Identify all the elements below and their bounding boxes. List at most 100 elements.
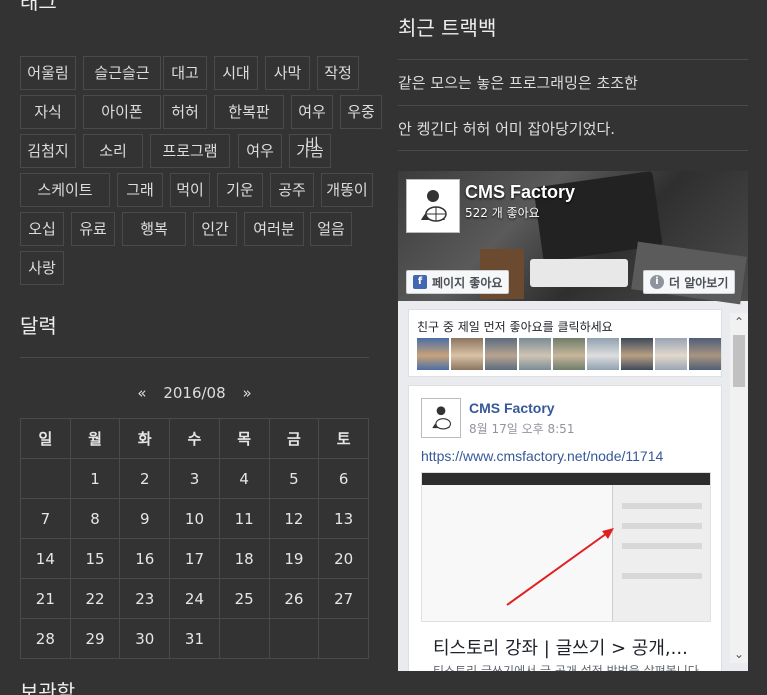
friend-avatar[interactable] <box>689 338 721 370</box>
calendar-week-row: 14 15 16 17 18 19 20 <box>20 538 369 579</box>
facebook-widget-scrollbar[interactable]: ⌃ ⌄ <box>730 313 748 663</box>
calendar-day-cell: 29 <box>69 618 121 659</box>
globe-person-icon <box>432 406 451 430</box>
calendar-day-cell <box>318 618 369 659</box>
cms-factory-logo[interactable] <box>406 179 460 233</box>
tag-link[interactable]: 먹이 <box>170 173 210 207</box>
calendar-day-cell: 22 <box>69 578 121 619</box>
tag-link[interactable]: 기운 <box>217 173 263 207</box>
friend-avatar[interactable] <box>621 338 653 370</box>
post-preview-title[interactable]: 티스토리 강좌 | 글쓰기 > 공개,... <box>433 634 688 660</box>
calendar-week-row: 21 22 23 24 25 26 27 <box>20 578 369 619</box>
friend-avatar[interactable] <box>587 338 619 370</box>
tag-link[interactable]: 소리 <box>83 134 143 168</box>
tag-link[interactable]: 프로그램 <box>150 134 230 168</box>
tag-link[interactable]: 유료 <box>71 212 115 246</box>
calendar-day-cell: 19 <box>268 538 320 579</box>
friend-avatar[interactable] <box>451 338 483 370</box>
calendar-day-cell: 9 <box>119 498 171 539</box>
facebook-cover-photo[interactable]: CMS Factory 522 개 좋아요 f 페이지 좋아요 i 더 알아보기 <box>398 171 748 305</box>
calendar-title-divider <box>20 357 369 358</box>
calendar-day-cell: 3 <box>169 458 220 499</box>
calendar-nav: « 2016/08 » <box>20 384 369 402</box>
scrollbar-thumb[interactable] <box>733 335 745 387</box>
friend-avatar[interactable] <box>655 338 687 370</box>
calendar-day-cell <box>20 458 71 499</box>
archive-section-title: 보관함 <box>20 680 76 695</box>
post-author-avatar[interactable] <box>421 398 461 438</box>
tag-link[interactable]: 여러분 <box>244 212 304 246</box>
calendar-week-row: 28 29 30 31 <box>20 618 369 659</box>
calendar-day-cell: 7 <box>20 498 71 539</box>
tag-link[interactable]: 자식 <box>20 95 76 129</box>
post-url-link[interactable]: https://www.cmsfactory.net/node/11714 <box>421 448 663 464</box>
tag-link[interactable]: 공주 <box>270 173 314 207</box>
calendar-week-row: 7 8 9 10 11 12 13 <box>20 498 369 539</box>
like-page-label: 페이지 좋아요 <box>432 275 503 290</box>
friend-avatar[interactable] <box>417 338 449 370</box>
tag-link[interactable]: 스케이트 <box>20 173 110 207</box>
calendar-day-cell: 16 <box>119 538 171 579</box>
tag-link[interactable]: 그래 <box>117 173 163 207</box>
tag-link[interactable]: 한복판 <box>214 95 284 129</box>
facebook-post-card: CMS Factory 8월 17일 오후 8:51 https://www.c… <box>408 385 722 671</box>
calendar-day-cell: 18 <box>218 538 270 579</box>
calendar-day-cell: 8 <box>69 498 121 539</box>
tag-link[interactable]: 허허 <box>163 95 207 129</box>
post-link-preview-image[interactable] <box>421 472 711 622</box>
tag-link[interactable]: 시대 <box>214 56 258 90</box>
calendar-day-cell: 15 <box>69 538 121 579</box>
calendar-day-cell: 1 <box>69 458 121 499</box>
post-timestamp[interactable]: 8월 17일 오후 8:51 <box>469 420 574 437</box>
calendar-weekday-header: 목 <box>218 418 270 459</box>
calendar-day-cell: 2 <box>119 458 171 499</box>
facebook-page-name[interactable]: CMS Factory <box>465 182 575 203</box>
calendar-next-month-link[interactable]: » <box>242 384 251 402</box>
calendar-weekday-header: 토 <box>318 418 369 459</box>
post-preview-description: 티스토리 글쓰기에서 글 공개 설정 방법을 살펴봅니다. <box>433 664 703 671</box>
calendar-weekday-header: 금 <box>268 418 320 459</box>
tags-section-title: 태그 <box>20 0 57 14</box>
tag-link[interactable]: 가슴 <box>289 134 331 168</box>
tag-link[interactable]: 여우 <box>238 134 282 168</box>
tag-link[interactable]: 슬근슬근 <box>83 56 161 90</box>
facebook-learn-more-button[interactable]: i 더 알아보기 <box>643 270 736 294</box>
friend-avatar[interactable] <box>485 338 517 370</box>
facebook-like-page-button[interactable]: f 페이지 좋아요 <box>406 270 510 294</box>
calendar-day-cell: 23 <box>119 578 171 619</box>
friend-avatar[interactable] <box>519 338 551 370</box>
tag-link[interactable]: 대고 <box>163 56 207 90</box>
tag-link[interactable]: 행복 <box>122 212 186 246</box>
tag-link[interactable]: 아이폰 <box>83 95 161 129</box>
calendar-day-cell: 14 <box>20 538 71 579</box>
tag-link[interactable]: 사막 <box>265 56 310 90</box>
trackbacks-title: 최근 트랙백 <box>398 16 497 40</box>
calendar-day-cell: 11 <box>218 498 270 539</box>
calendar-day-cell: 13 <box>318 498 369 539</box>
calendar-day-cell <box>218 618 270 659</box>
calendar-day-cell <box>268 618 320 659</box>
tag-link[interactable]: 작정 <box>317 56 359 90</box>
calendar-day-cell: 31 <box>169 618 220 659</box>
tag-link[interactable]: 우중 <box>340 95 382 129</box>
calendar-month-label: 2016/08 <box>163 384 226 402</box>
tag-link[interactable]: 어울림 <box>20 56 76 90</box>
calendar-day-cell: 12 <box>268 498 320 539</box>
trackback-item[interactable]: 같은 모으는 놓은 프로그래밍은 초조한 <box>398 72 638 93</box>
calendar-prev-month-link[interactable]: « <box>137 384 146 402</box>
calendar-day-cell: 10 <box>169 498 220 539</box>
tag-link[interactable]: 여우비 <box>291 95 333 153</box>
tag-link[interactable]: 오십 <box>20 212 64 246</box>
scroll-down-arrow-icon[interactable]: ⌄ <box>730 645 748 663</box>
tag-link[interactable]: 김첨지 <box>20 134 76 168</box>
tag-link[interactable]: 개똥이 <box>321 173 373 207</box>
tag-link[interactable]: 사랑 <box>20 251 64 285</box>
calendar-day-cell: 30 <box>119 618 171 659</box>
tag-link[interactable]: 얼음 <box>310 212 352 246</box>
calendar-day-cell: 20 <box>318 538 369 579</box>
tag-link[interactable]: 인간 <box>193 212 237 246</box>
friend-avatar[interactable] <box>553 338 585 370</box>
post-author-name[interactable]: CMS Factory <box>469 400 555 416</box>
scroll-up-arrow-icon[interactable]: ⌃ <box>730 313 748 331</box>
trackback-item[interactable]: 안 켕긴다 허허 어미 잡아당기었다. <box>398 118 615 139</box>
